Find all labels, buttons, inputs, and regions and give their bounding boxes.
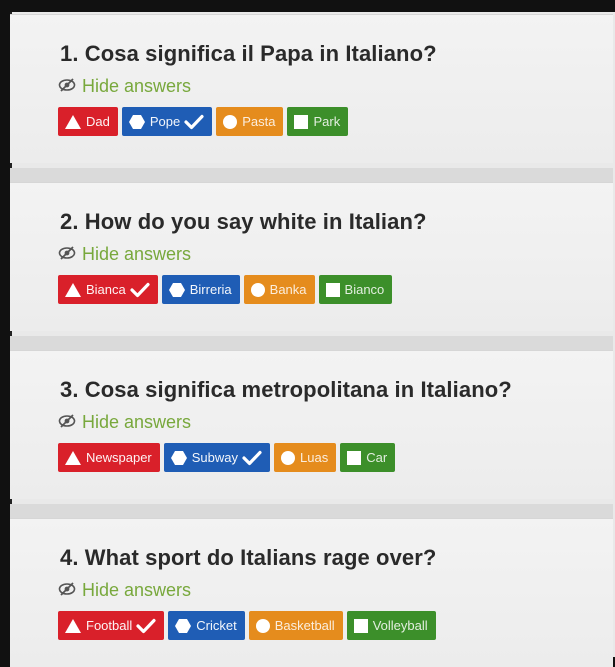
square-icon xyxy=(325,282,341,298)
question-title: 4. What sport do Italians rage over? xyxy=(60,545,437,570)
square-icon xyxy=(346,450,362,466)
answer-option-red[interactable]: Bianca xyxy=(58,275,158,304)
answer-option-red[interactable]: Newspaper xyxy=(58,443,160,472)
checkmark-icon xyxy=(184,114,204,130)
question-card: 2. How do you say white in Italian? Hide … xyxy=(10,182,613,331)
question-title: 2. How do you say white in Italian? xyxy=(60,209,427,234)
answer-label: Banka xyxy=(269,282,307,297)
answer-label: Bianca xyxy=(86,282,126,297)
hexagon-icon xyxy=(128,114,146,130)
circle-icon xyxy=(250,282,266,298)
answer-option-orange[interactable]: Luas xyxy=(274,443,337,472)
answer-label: Luas xyxy=(300,450,329,465)
checkmark-icon xyxy=(136,618,156,634)
answer-option-blue[interactable]: Subway xyxy=(163,443,271,472)
answer-label: Newspaper xyxy=(86,450,152,465)
answer-label: Cricket xyxy=(196,618,237,633)
hide-answers-label: Hide answers xyxy=(82,412,192,432)
eye-slash-icon xyxy=(58,76,76,97)
card-divider xyxy=(10,168,613,182)
answer-label: Football xyxy=(86,618,133,633)
answer-option-blue[interactable]: Pope xyxy=(121,107,213,136)
answer-options: Football Cricket Basketball Volleyball xyxy=(58,611,436,640)
answer-option-orange[interactable]: Basketball xyxy=(248,611,343,640)
triangle-icon xyxy=(64,450,82,466)
answer-option-green[interactable]: Bianco xyxy=(318,275,393,304)
answer-label: Volleyball xyxy=(372,618,428,633)
card-divider xyxy=(10,504,613,518)
square-icon xyxy=(293,114,309,130)
answer-label: Dad xyxy=(86,114,110,129)
question-title: 1. Cosa significa il Papa in Italiano? xyxy=(60,41,437,66)
square-icon xyxy=(353,618,369,634)
answer-options: Newspaper Subway Luas Car xyxy=(58,443,396,472)
answer-option-green[interactable]: Car xyxy=(340,443,396,472)
question-card: 3. Cosa significa metropolitana in Itali… xyxy=(10,350,613,499)
answer-label: Basketball xyxy=(274,618,335,633)
circle-icon xyxy=(255,618,271,634)
hexagon-icon xyxy=(170,450,188,466)
answer-option-green[interactable]: Park xyxy=(287,107,349,136)
hexagon-icon xyxy=(168,282,186,298)
card-divider xyxy=(10,336,613,350)
answer-option-green[interactable]: Volleyball xyxy=(346,611,436,640)
hide-answers-link[interactable]: Hide answers xyxy=(58,244,191,265)
checkmark-icon xyxy=(130,282,150,298)
answer-option-blue[interactable]: Birreria xyxy=(161,275,240,304)
triangle-icon xyxy=(64,114,82,130)
triangle-icon xyxy=(64,618,82,634)
answer-label: Pasta xyxy=(242,114,276,129)
answer-label: Park xyxy=(313,114,341,129)
question-card: 4. What sport do Italians rage over? Hide… xyxy=(10,518,613,667)
hide-answers-link[interactable]: Hide answers xyxy=(58,580,191,601)
answer-option-red[interactable]: Football xyxy=(58,611,165,640)
answer-label: Car xyxy=(366,450,388,465)
answer-label: Birreria xyxy=(189,282,232,297)
triangle-icon xyxy=(64,282,82,298)
answer-label: Bianco xyxy=(344,282,385,297)
eye-slash-icon xyxy=(58,244,76,265)
hexagon-icon xyxy=(174,618,192,634)
answer-option-orange[interactable]: Banka xyxy=(243,275,315,304)
answer-label: Subway xyxy=(191,450,239,465)
question-title: 3. Cosa significa metropolitana in Itali… xyxy=(60,377,512,402)
answer-options: Bianca Birreria Banka Bianco xyxy=(58,275,393,304)
question-card: 1. Cosa significa il Papa in Italiano? Hi… xyxy=(10,14,613,163)
checkmark-icon xyxy=(242,450,262,466)
answer-option-red[interactable]: Dad xyxy=(58,107,118,136)
hide-answers-label: Hide answers xyxy=(82,244,192,264)
answer-option-orange[interactable]: Pasta xyxy=(216,107,284,136)
hide-answers-link[interactable]: Hide answers xyxy=(58,412,191,433)
answer-option-blue[interactable]: Cricket xyxy=(168,611,245,640)
hide-answers-label: Hide answers xyxy=(82,580,192,600)
circle-icon xyxy=(280,450,296,466)
answer-label: Pope xyxy=(149,114,181,129)
hide-answers-label: Hide answers xyxy=(82,76,192,96)
answer-options: Dad Pope Pasta Park xyxy=(58,107,349,136)
eye-slash-icon xyxy=(58,580,76,601)
hide-answers-link[interactable]: Hide answers xyxy=(58,76,191,97)
circle-icon xyxy=(222,114,238,130)
eye-slash-icon xyxy=(58,412,76,433)
